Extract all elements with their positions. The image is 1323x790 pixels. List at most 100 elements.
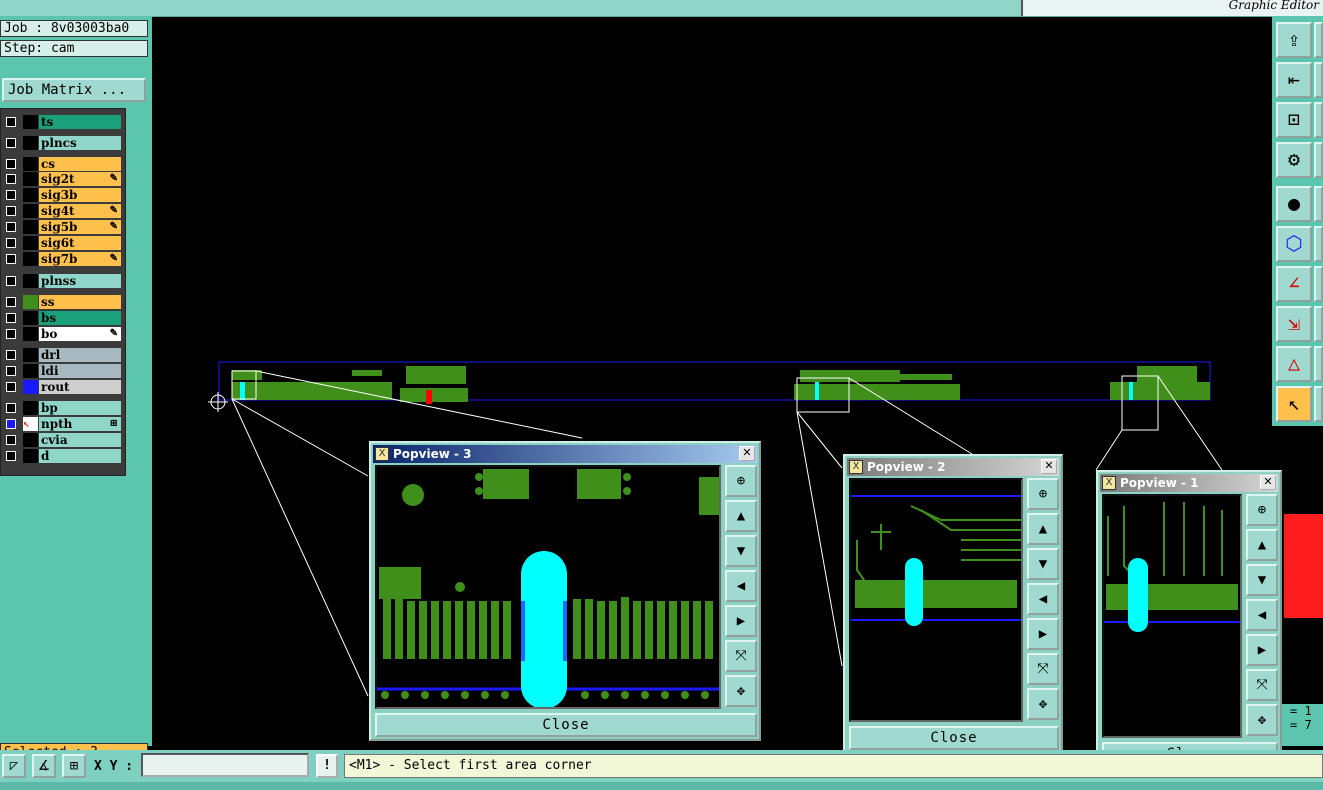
layer-row-sig7b[interactable]: sig7b ✎ <box>3 252 121 266</box>
layer-row-bp[interactable]: bp <box>3 401 121 415</box>
layer-checkbox[interactable] <box>6 206 16 216</box>
layer-row-ss[interactable]: ss <box>3 295 121 309</box>
layer-checkbox[interactable] <box>6 382 16 392</box>
layer-checkbox[interactable] <box>6 366 16 376</box>
tool-move-icon[interactable]: ⇲ <box>1276 306 1312 342</box>
layer-row-sig3b[interactable]: sig3b <box>3 188 121 202</box>
close-icon[interactable]: ✕ <box>1260 475 1276 490</box>
zoom-in-icon[interactable]: ⊕ <box>725 465 757 497</box>
snap-icon[interactable]: ◸ <box>2 754 26 778</box>
pan-left-icon[interactable]: ◀ <box>725 570 757 602</box>
layer-checkbox[interactable] <box>6 238 16 248</box>
layer-checkbox[interactable] <box>6 159 16 169</box>
popview-1-titlebar[interactable]: X Popview - 1 ✕ <box>1100 474 1278 492</box>
tool-col2-2[interactable] <box>1314 62 1323 98</box>
zoom-in-icon[interactable]: ⊕ <box>1027 478 1059 510</box>
layer-checkbox[interactable] <box>6 190 16 200</box>
measure-icon[interactable]: ∡ <box>32 754 56 778</box>
layer-checkbox[interactable] <box>6 329 16 339</box>
pan-up-icon[interactable]: ▲ <box>1027 513 1059 545</box>
pan-down-icon[interactable]: ▼ <box>1027 548 1059 580</box>
layer-row-bo[interactable]: bo ✎ <box>3 327 121 341</box>
tool-settings-icon[interactable]: ⚙ <box>1276 142 1312 178</box>
popview-2-toolbar: ⊕ ▲ ▼ ◀ ▶ ⤧ ✥ <box>1025 478 1061 722</box>
close-icon[interactable]: ✕ <box>1041 459 1057 474</box>
tool-pad-icon[interactable]: ● <box>1276 186 1312 222</box>
pan-left-icon[interactable]: ◀ <box>1246 599 1278 631</box>
layer-row-sig5b[interactable]: sig5b ✎ <box>3 220 121 234</box>
tool-col2-3[interactable] <box>1314 102 1323 138</box>
layer-checkbox[interactable] <box>6 297 16 307</box>
popview-3-view[interactable] <box>375 465 721 709</box>
layer-checkbox[interactable] <box>6 117 16 127</box>
fit-view-icon[interactable]: ✥ <box>1027 688 1059 720</box>
popview-2-view[interactable] <box>849 478 1023 722</box>
tool-layer-top-icon[interactable]: ⇪ <box>1276 22 1312 58</box>
close-icon[interactable]: ✕ <box>739 446 755 461</box>
layer-checkbox[interactable] <box>6 254 16 264</box>
layer-row-npth[interactable]: ↖ npth ⊞ <box>3 417 121 431</box>
pan-right-icon[interactable]: ▶ <box>1246 634 1278 666</box>
popview-2-close-button[interactable]: Close <box>849 726 1059 750</box>
tool-col2-4[interactable] <box>1314 142 1323 178</box>
layer-checkbox[interactable] <box>6 435 16 445</box>
layer-checkbox[interactable] <box>6 138 16 148</box>
layer-checkbox[interactable] <box>6 313 16 323</box>
layer-checkbox[interactable] <box>6 350 16 360</box>
layer-checkbox[interactable] <box>6 403 16 413</box>
tool-select-arrow-icon[interactable]: ↖ <box>1276 386 1312 422</box>
tool-net-icon[interactable]: ⬡ <box>1276 226 1312 262</box>
layer-row-bs[interactable]: bs <box>3 311 121 325</box>
popview-2-titlebar[interactable]: X Popview - 2 ✕ <box>847 458 1059 476</box>
popview-3-titlebar[interactable]: X Popview - 3 ✕ <box>373 445 757 463</box>
layer-checkbox[interactable] <box>6 174 16 184</box>
fit-view-icon[interactable]: ✥ <box>725 675 757 707</box>
layer-checkbox[interactable] <box>6 222 16 232</box>
pan-down-icon[interactable]: ▼ <box>1246 564 1278 596</box>
tool-line-icon[interactable]: ∠ <box>1276 266 1312 302</box>
layer-row-d[interactable]: d <box>3 449 121 463</box>
grid-icon[interactable]: ⊞ <box>62 754 86 778</box>
layer-row-plncs[interactable]: plncs <box>3 136 121 150</box>
layer-row-sig6t[interactable]: sig6t <box>3 236 121 250</box>
tool-zoom-fit-icon[interactable]: ⊡ <box>1276 102 1312 138</box>
layer-row-cs[interactable]: cs <box>3 157 121 171</box>
layer-checkbox[interactable] <box>6 451 16 461</box>
tool-col2-5[interactable] <box>1314 186 1323 222</box>
tool-col2-7[interactable] <box>1314 266 1323 302</box>
pan-down-icon[interactable]: ▼ <box>725 535 757 567</box>
layer-row-sig2t[interactable]: sig2t ✎ <box>3 172 121 186</box>
tool-col2-9[interactable] <box>1314 346 1323 382</box>
fit-view-icon[interactable]: ✥ <box>1246 704 1278 736</box>
layer-row-sig4t[interactable]: sig4t ✎ <box>3 204 121 218</box>
layer-row-ts[interactable]: ts <box>3 115 121 129</box>
popview-1-view[interactable] <box>1102 494 1242 738</box>
zoom-out-icon[interactable]: ⤧ <box>725 640 757 672</box>
layer-row-cvia[interactable]: cvia <box>3 433 121 447</box>
tool-col2-8[interactable] <box>1314 306 1323 342</box>
zoom-out-icon[interactable]: ⤧ <box>1027 653 1059 685</box>
pan-right-icon[interactable]: ▶ <box>725 605 757 637</box>
tool-measure-icon[interactable]: △ <box>1276 346 1312 382</box>
layer-checkbox[interactable] <box>6 276 16 286</box>
tool-col2-10[interactable] <box>1314 386 1323 422</box>
pan-up-icon[interactable]: ▲ <box>1246 529 1278 561</box>
zoom-out-icon[interactable]: ⤧ <box>1246 669 1278 701</box>
popview-3-close-button[interactable]: Close <box>375 713 757 737</box>
pan-left-icon[interactable]: ◀ <box>1027 583 1059 615</box>
pan-right-icon[interactable]: ▶ <box>1027 618 1059 650</box>
layer-row-rout[interactable]: rout <box>3 380 121 394</box>
layer-checkbox[interactable] <box>6 419 16 429</box>
prompt-button[interactable]: ! <box>316 754 338 778</box>
pan-up-icon[interactable]: ▲ <box>725 500 757 532</box>
tool-layer-left-icon[interactable]: ⇤ <box>1276 62 1312 98</box>
zoom-in-icon[interactable]: ⊕ <box>1246 494 1278 526</box>
layer-row-drl[interactable]: drl <box>3 348 121 362</box>
job-matrix-button[interactable]: Job Matrix ... <box>2 78 146 102</box>
layer-row-plnss[interactable]: plnss <box>3 274 121 288</box>
layer-row-ldi[interactable]: ldi <box>3 364 121 378</box>
drill-mark-mid <box>815 382 819 400</box>
tool-col2-1[interactable] <box>1314 22 1323 58</box>
xy-input[interactable] <box>141 753 309 777</box>
tool-col2-6[interactable] <box>1314 226 1323 262</box>
